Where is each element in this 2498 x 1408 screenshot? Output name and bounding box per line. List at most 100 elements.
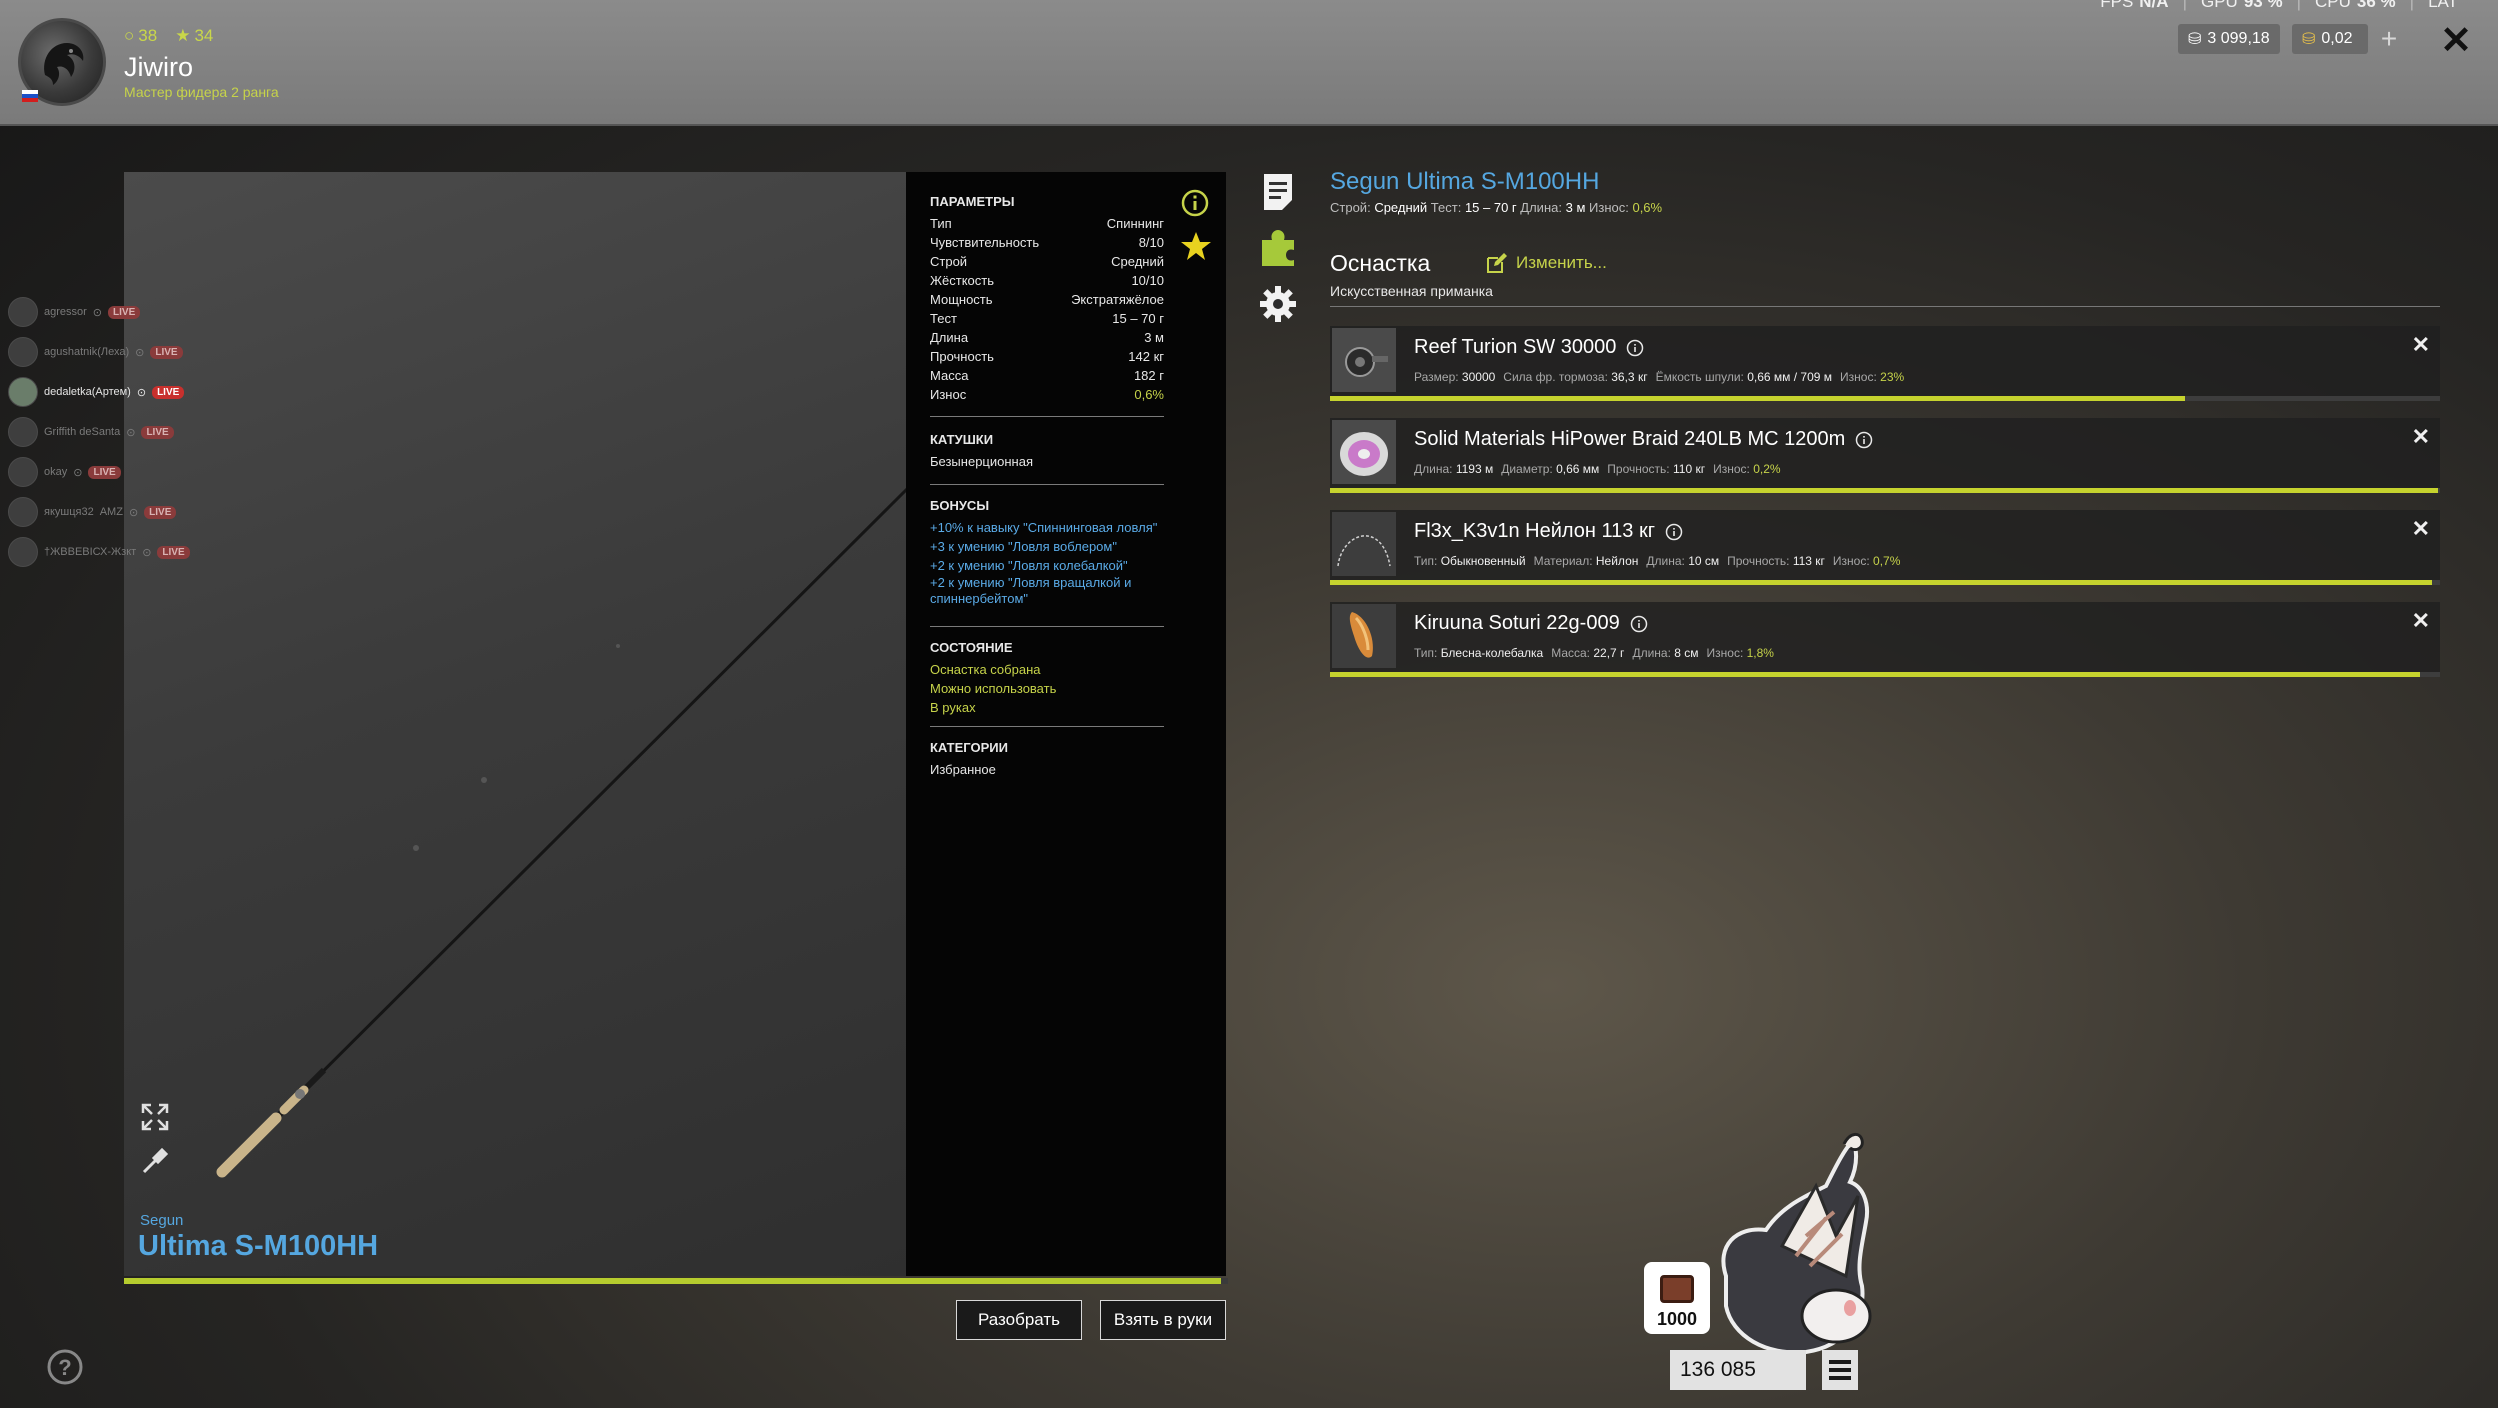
remove-icon[interactable]: ✕: [2412, 332, 2430, 358]
param-value: 15 – 70 г: [1112, 311, 1164, 326]
reels-value: Безынерционная: [930, 454, 1033, 469]
info-icon[interactable]: [1626, 339, 1644, 357]
gold-balance[interactable]: ⛁ 0,02: [2292, 24, 2368, 54]
summary-value: 3 м: [1565, 200, 1586, 215]
param-value: 142 кг: [1128, 349, 1164, 364]
summary-value: Средний: [1374, 200, 1428, 215]
info-icon[interactable]: [1665, 523, 1683, 541]
bonus-item: +3 к умению "Ловля воблером": [930, 539, 1117, 554]
silver-balance[interactable]: ⛁ 3 099,18: [2178, 24, 2280, 54]
item-stat-label: Износ:: [1832, 554, 1870, 568]
item-stat-value: 8 см: [1674, 646, 1699, 660]
document-icon[interactable]: [1262, 172, 1294, 212]
gear-icon[interactable]: [1258, 284, 1298, 324]
remove-icon[interactable]: ✕: [2412, 608, 2430, 634]
param-row: Тест 15 – 70 г: [930, 311, 1164, 326]
rod-summary: Строй: Средний Тест: 15 – 70 г Длина: 3 …: [1330, 200, 1662, 215]
brush-icon[interactable]: [140, 1146, 170, 1176]
item-stat-label: Сила фр. тормоза:: [1503, 370, 1608, 384]
puzzle-icon[interactable]: [1258, 228, 1298, 268]
favorite-star-icon[interactable]: [1180, 230, 1212, 262]
stream-name: dedaletka(Артем): [44, 386, 131, 398]
rod-viewer[interactable]: [124, 172, 908, 1276]
divider: [930, 726, 1164, 727]
rod-condition-fill: [124, 1278, 1222, 1284]
info-icon[interactable]: [1630, 615, 1648, 633]
rig-item[interactable]: Solid Materials HiPower Braid 240LB MC 1…: [1330, 418, 2440, 493]
stream-entry[interactable]: okay ⊙ LIVE: [8, 456, 121, 488]
item-name: Solid Materials HiPower Braid 240LB MC 1…: [1414, 428, 1873, 451]
item-thumbnail: [1332, 512, 1396, 576]
stream-eye-icon: ⊙: [73, 466, 83, 479]
live-badge: LIVE: [88, 465, 121, 479]
silver-value: 3 099,18: [2207, 30, 2270, 47]
rig-item[interactable]: Fl3x_K3v1n Нейлон 113 кг Тип: Обыкновенны…: [1330, 510, 2440, 585]
stream-entry[interactable]: якушця32 AMZ ⊙ LIVE: [8, 496, 177, 528]
stream-entry[interactable]: Griffith deSanta ⊙ LIVE: [8, 416, 174, 448]
parameters-panel: ПАРАМЕТРЫ Тип Спиннинг Чувствительность 8/1…: [906, 172, 1226, 1276]
close-icon[interactable]: ✕: [2434, 20, 2478, 62]
param-key: Чувствительность: [930, 235, 1040, 250]
bonus-list: +10% к навыку "Спиннинговая ловля" +3 к …: [930, 518, 1170, 607]
stream-entry[interactable]: agushatnik(Леха) ⊙ LIVE: [8, 336, 183, 368]
reels-header: КАТУШКИ: [930, 432, 994, 447]
summary-label: Длина:: [1520, 200, 1562, 215]
avatar: [8, 457, 38, 487]
menu-button[interactable]: [1822, 1350, 1858, 1390]
rig-edit-button[interactable]: Изменить...: [1486, 252, 1607, 274]
take-in-hands-button[interactable]: Взять в руки: [1100, 1300, 1226, 1340]
item-stats: Тип: Блесна-колебалка Масса: 22,7 г Длина:…: [1414, 646, 1782, 660]
info-icon[interactable]: [1180, 188, 1210, 218]
spoon-lure-icon: [1332, 604, 1396, 668]
item-stats: Размер: 30000 Сила фр. тормоза: 36,3 кг Ём…: [1414, 370, 1912, 384]
item-stat-value: Блесна-колебалка: [1440, 646, 1544, 660]
item-condition-bar: [1330, 580, 2440, 585]
svg-text:?: ?: [58, 1355, 71, 1380]
item-stat-label: Прочность:: [1727, 554, 1790, 568]
player-name[interactable]: Jiwiro: [124, 52, 193, 83]
item-stat-label: Длина:: [1632, 646, 1671, 660]
summary-label: Строй:: [1330, 200, 1371, 215]
remove-icon[interactable]: ✕: [2412, 424, 2430, 450]
item-stats: Тип: Обыкновенный Материал: Нейлон Длина: …: [1414, 554, 1908, 568]
remove-icon[interactable]: ✕: [2412, 516, 2430, 542]
item-stat-value: 110 кг: [1672, 462, 1706, 476]
lat-label: LAT: [2428, 0, 2458, 11]
item-condition-bar: [1330, 672, 2440, 677]
stream-name: якушця32: [44, 506, 94, 518]
add-currency-button[interactable]: +: [2374, 24, 2404, 54]
rod-brand: Segun: [140, 1212, 184, 1229]
summary-label: Тест:: [1430, 200, 1462, 215]
chest-badge[interactable]: 1000: [1644, 1262, 1710, 1334]
item-stat-value: 1,8%: [1746, 646, 1774, 660]
expand-icon[interactable]: [140, 1102, 170, 1132]
avatar: [8, 497, 38, 527]
bonus-item: +2 к умению "Ловля вращалкой и спиннербе…: [930, 575, 1132, 606]
categories-header: КАТЕГОРИИ: [930, 740, 1008, 755]
disassemble-button[interactable]: Разобрать: [956, 1300, 1082, 1340]
stream-entry[interactable]: †ЖВВЕВІСХ-Жзкт ⊙ LIVE: [8, 536, 190, 568]
stream-name: Griffith deSanta: [44, 426, 121, 438]
live-badge: LIVE: [144, 505, 177, 519]
item-stat-label: Износ:: [1713, 462, 1750, 476]
stream-eye-icon: ⊙: [135, 346, 145, 359]
item-stat-label: Тип:: [1414, 554, 1438, 568]
rod-model: Ultima S-M100HH: [138, 1230, 379, 1262]
help-icon[interactable]: ?: [46, 1348, 84, 1386]
param-value: 182 г: [1133, 368, 1164, 383]
item-stat-value: Обыкновенный: [1440, 554, 1526, 568]
stream-entry[interactable]: agressor ⊙ LIVE: [8, 296, 141, 328]
param-key: Износ: [930, 387, 967, 402]
stream-entry[interactable]: dedaletka(Артем) ⊙ LIVE: [8, 376, 185, 408]
info-icon[interactable]: [1855, 431, 1873, 449]
rig-item[interactable]: Reef Turion SW 30000 Размер: 30000 Сила фр…: [1330, 326, 2440, 401]
gold-value: 0,02: [2321, 30, 2353, 47]
stream-tag: AMZ: [99, 506, 123, 518]
edit-icon: [1487, 253, 1507, 273]
param-key: Тест: [930, 311, 957, 326]
state-item: Оснастка собрана: [930, 662, 1041, 677]
star-small-icon: ★: [175, 26, 191, 45]
fps-label: FPS: [2100, 0, 2134, 11]
rig-item[interactable]: Kiruuna Soturi 22g-009 Тип: Блесна-колеба…: [1330, 602, 2440, 677]
stream-eye-icon: ⊙: [142, 546, 152, 559]
